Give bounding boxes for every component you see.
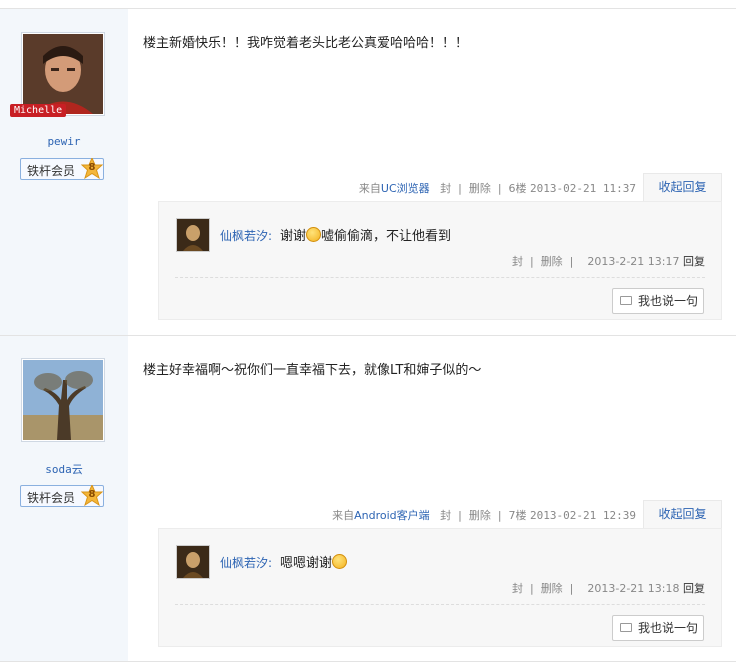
floor-number: 7楼 bbox=[508, 509, 527, 522]
comment-icon bbox=[620, 296, 632, 305]
reply-delete-link[interactable]: 删除 bbox=[541, 582, 563, 595]
rank-level: 8 bbox=[88, 162, 96, 173]
reply-meta: 封 | 删除 | 2013-2-21 13:18 回复 bbox=[511, 582, 705, 595]
tree-image bbox=[23, 360, 103, 440]
meta-from: 来自 bbox=[358, 182, 381, 195]
author-name[interactable]: soda云 bbox=[0, 461, 128, 477]
delete-link[interactable]: 删除 bbox=[469, 509, 491, 522]
post-content: 楼主新婚快乐！！我咋觉着老头比老公真爱哈哈哈！！！ bbox=[143, 36, 469, 51]
reply-button[interactable]: 回复 bbox=[683, 582, 705, 595]
reply-button[interactable]: 回复 bbox=[683, 255, 705, 268]
portrait-image bbox=[23, 34, 103, 114]
reply-report-link[interactable]: 封 bbox=[512, 582, 523, 595]
reply-delete-link[interactable]: 删除 bbox=[541, 255, 563, 268]
floor-number: 6楼 bbox=[508, 182, 527, 195]
member-rank-badge[interactable]: 铁杆会员 8 bbox=[20, 156, 104, 180]
meta-from: 来自 bbox=[332, 509, 355, 522]
author-name[interactable]: pewir bbox=[0, 135, 128, 148]
reply-report-link[interactable]: 封 bbox=[512, 255, 523, 268]
add-comment-button[interactable]: 我也说一句 bbox=[612, 615, 704, 641]
post-floor-6: Michelle pewir 铁杆会员 8 楼主新婚快乐！！我咋觉着老头比老公真… bbox=[0, 8, 736, 335]
report-link[interactable]: 封 bbox=[440, 182, 451, 195]
reply-meta: 封 | 删除 | 2013-2-21 13:17 回复 bbox=[511, 255, 705, 268]
reply-text: 嗯嗯谢谢 bbox=[280, 552, 348, 571]
post-meta: 来自UC浏览器 封 | 删除 | 6楼 2013-02-21 11:37 bbox=[358, 182, 636, 195]
reply-text: 谢谢 嘘偷偷滴，不让他看到 bbox=[280, 225, 451, 244]
post-content: 楼主好幸福啊～祝你们一直幸福下去，就像LT和婶子似的～ bbox=[143, 363, 482, 378]
avatar-name-badge: Michelle bbox=[10, 104, 67, 117]
post-time: 2013-02-21 12:39 bbox=[530, 509, 636, 522]
post-time: 2013-02-21 11:37 bbox=[530, 182, 636, 195]
comment-icon bbox=[620, 623, 632, 632]
meta-source-link[interactable]: UC浏览器 bbox=[381, 182, 430, 195]
divider bbox=[0, 661, 736, 662]
reply-list: 仙枫若汐: 谢谢 嘘偷偷滴，不让他看到 封 | 删除 | 2013-2-21 13… bbox=[158, 201, 722, 320]
add-comment-button[interactable]: 我也说一句 bbox=[612, 288, 704, 314]
smiley-emoji-icon bbox=[332, 554, 348, 569]
reply-avatar[interactable] bbox=[176, 218, 210, 252]
report-link[interactable]: 封 bbox=[440, 509, 451, 522]
post-floor-7: soda云 铁杆会员 8 楼主好幸福啊～祝你们一直幸福下去，就像LT和婶子似的～… bbox=[0, 335, 736, 662]
collapse-replies-button[interactable]: 收起回复 bbox=[643, 500, 722, 528]
add-comment-label: 我也说一句 bbox=[638, 294, 699, 308]
reply-divider bbox=[175, 604, 705, 605]
reply-text-part: 嗯嗯谢谢 bbox=[280, 556, 333, 571]
add-comment-label: 我也说一句 bbox=[638, 621, 699, 635]
reply-author[interactable]: 仙枫若汐: bbox=[220, 227, 272, 244]
rank-label: 铁杆会员 bbox=[27, 164, 76, 178]
rank-star-icon: 8 bbox=[80, 156, 104, 180]
reply-divider bbox=[175, 277, 705, 278]
delete-link[interactable]: 删除 bbox=[469, 182, 491, 195]
reply-text-part: 谢谢 bbox=[280, 229, 307, 244]
reply-text-part: 嘘偷偷滴，不让他看到 bbox=[321, 229, 452, 244]
reply-list: 仙枫若汐: 嗯嗯谢谢 封 | 删除 | 2013-2-21 13:18 回复 我… bbox=[158, 528, 722, 647]
rank-star-icon: 8 bbox=[80, 483, 104, 507]
rank-label: 铁杆会员 bbox=[27, 491, 76, 505]
reply-time: 2013-2-21 13:17 bbox=[587, 255, 680, 268]
smiley-emoji-icon bbox=[306, 227, 322, 242]
author-avatar[interactable] bbox=[21, 358, 105, 442]
reply-avatar[interactable] bbox=[176, 545, 210, 579]
meta-source-link[interactable]: Android客户端 bbox=[354, 509, 430, 522]
reply-time: 2013-2-21 13:18 bbox=[587, 582, 680, 595]
post-meta: 来自Android客户端 封 | 删除 | 7楼 2013-02-21 12:3… bbox=[332, 509, 636, 522]
collapse-replies-button[interactable]: 收起回复 bbox=[643, 173, 722, 201]
reply-author[interactable]: 仙枫若汐: bbox=[220, 554, 272, 571]
member-rank-badge[interactable]: 铁杆会员 8 bbox=[20, 483, 104, 507]
rank-level: 8 bbox=[88, 489, 96, 500]
